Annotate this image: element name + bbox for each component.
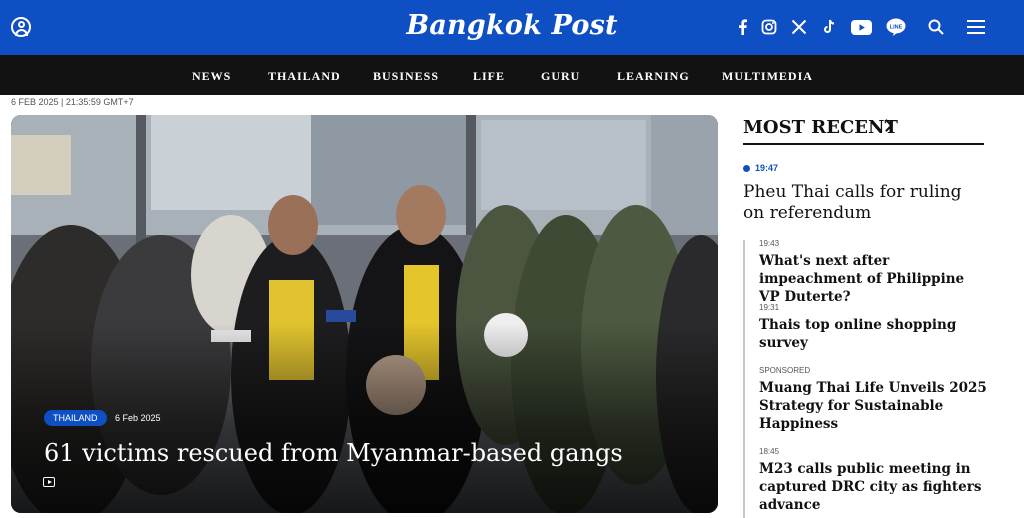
lead-story-time: 19:47 [755,163,779,173]
recent-item-title[interactable]: Thais top online shopping survey [759,316,989,352]
page-timestamp: 6 FEB 2025 | 21:35:59 GMT+7 [11,97,134,107]
recent-item-title[interactable]: M23 calls public meeting in captured DRC… [759,460,989,514]
hero-date: 6 Feb 2025 [115,413,161,423]
search-icon[interactable] [927,16,945,38]
instagram-icon[interactable] [760,16,778,38]
nav-thailand[interactable]: THAILAND [268,69,341,84]
hero-story[interactable]: THAILAND 6 Feb 2025 61 victims rescued f… [11,115,718,513]
facebook-icon[interactable] [736,16,748,38]
category-badge[interactable]: THAILAND [44,410,107,426]
lead-story-title[interactable]: Pheu Thai calls for ruling on referendum [743,182,983,224]
top-header: Bangkok Post LINE [0,0,1024,55]
heading-divider [743,143,984,145]
menu-icon[interactable] [966,16,986,38]
nav-learning[interactable]: LEARNING [617,69,690,84]
recent-item-time: 18:45 [759,447,780,456]
recent-item-time: 19:43 [759,239,780,248]
sponsored-label: SPONSORED [759,366,811,375]
hero-headline[interactable]: 61 victims rescued from Myanmar-based ga… [44,439,623,467]
sponsored-item-title[interactable]: Muang Thai Life Unveils 2025 Strategy fo… [759,379,989,433]
youtube-icon[interactable] [850,16,872,38]
timeline-line [743,240,745,518]
nav-news[interactable]: NEWS [192,69,231,84]
nav-guru[interactable]: GURU [541,69,580,84]
main-nav: NEWS THAILAND BUSINESS LIFE GURU LEARNIN… [0,55,1024,95]
x-icon[interactable] [790,16,808,38]
svg-text:LINE: LINE [889,24,902,30]
tiktok-icon[interactable] [821,16,837,38]
nav-multimedia[interactable]: MULTIMEDIA [722,69,813,84]
nav-business[interactable]: BUSINESS [373,69,439,84]
video-icon [43,477,55,487]
recent-item-time: 19:31 [759,303,780,312]
nav-life[interactable]: LIFE [473,69,505,84]
most-recent-heading[interactable]: MOST RECENT [743,117,898,138]
recent-item-title[interactable]: What's next after impeachment of Philipp… [759,252,989,306]
line-icon[interactable]: LINE [885,16,906,38]
live-dot-icon [743,165,750,172]
